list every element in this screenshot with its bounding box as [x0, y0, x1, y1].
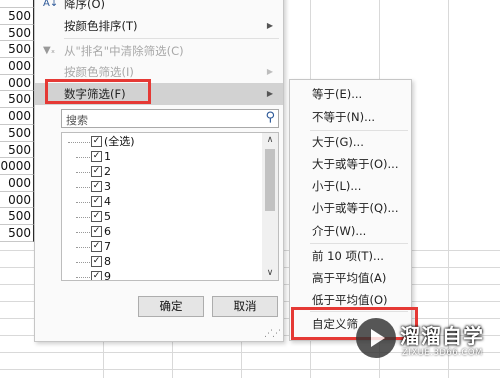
checkbox[interactable]: ✓	[91, 241, 102, 252]
checklist-label: 5	[104, 210, 111, 223]
search-icon[interactable]: ⚲	[265, 110, 275, 125]
menu-item-label: 按颜色排序(T)	[64, 19, 138, 33]
checkbox[interactable]: ✓	[91, 211, 102, 222]
checklist-label: 4	[104, 195, 111, 208]
number-filter-submenu: 等于(E)... 不等于(N)... 大于(G)... 大于或等于(O)... …	[289, 79, 412, 341]
checkbox[interactable]: ✓	[91, 256, 102, 267]
scroll-down-icon[interactable]: ∨	[262, 266, 278, 280]
cell[interactable]: 500	[0, 208, 34, 225]
resize-grip-icon[interactable]: ⋰⋰	[264, 329, 281, 339]
cell[interactable]: 500	[0, 124, 34, 142]
play-icon	[371, 329, 385, 347]
chevron-right-icon: ▶	[266, 89, 273, 98]
checkbox[interactable]: ✓	[91, 166, 102, 177]
cell[interactable]: 500	[0, 24, 34, 42]
checklist-scrollbar[interactable]: ∧ ∨	[262, 133, 278, 280]
scrollbar-thumb[interactable]	[265, 149, 275, 211]
tree-connector	[76, 157, 92, 159]
cell[interactable]: 000	[0, 58, 34, 75]
chevron-right-icon: ▶	[266, 21, 273, 30]
sort-desc-icon: A↓	[43, 0, 59, 9]
cancel-button[interactable]: 取消	[212, 296, 278, 317]
cell[interactable]: 0000	[0, 158, 34, 175]
checkbox[interactable]: ✓	[91, 226, 102, 237]
submenu-item-less-or-equal[interactable]: 小于或等于(Q)...	[312, 198, 399, 218]
highlight-box-number-filters	[45, 79, 151, 104]
submenu-separator	[310, 243, 408, 244]
submenu-item-top-10[interactable]: 前 10 项(T)...	[312, 246, 384, 266]
submenu-item-less-than[interactable]: 小于(L)...	[312, 176, 361, 196]
tree-connector	[76, 187, 92, 189]
ok-button[interactable]: 确定	[138, 296, 204, 317]
submenu-item-not-equals[interactable]: 不等于(N)...	[312, 107, 375, 127]
cell[interactable]: 000	[0, 108, 34, 125]
column-cells: 500 500 500 000 000 500 000 500 500 0000…	[0, 0, 34, 242]
checkbox[interactable]: ✓	[91, 271, 102, 280]
search-input[interactable]: 搜索 ⚲	[61, 109, 279, 128]
tree-connector	[76, 277, 92, 279]
submenu-item-above-average[interactable]: 高于平均值(A)	[312, 268, 386, 288]
checkbox[interactable]: ✓	[91, 136, 102, 147]
checklist-label: (全选)	[104, 135, 135, 148]
cell[interactable]: 000	[0, 191, 34, 209]
submenu-item-equals[interactable]: 等于(E)...	[312, 84, 362, 104]
submenu-item-between[interactable]: 介于(W)...	[312, 221, 366, 241]
tree-connector	[76, 172, 92, 174]
checklist-label: 1	[104, 150, 111, 163]
checklist-label: 7	[104, 240, 111, 253]
menu-item-label: 从"排名"中清除筛选(C)	[64, 44, 184, 58]
autofilter-dropdown: A↓ 降序(O) 按颜色排序(T) ▶ ▼ₓ 从"排名"中清除筛选(C) 按颜色…	[34, 0, 284, 342]
submenu-item-greater-or-equal[interactable]: 大于或等于(O)...	[312, 154, 399, 174]
watermark-logo-icon	[356, 318, 396, 358]
menu-separator	[64, 38, 279, 39]
clear-filter-icon: ▼ₓ	[43, 45, 56, 56]
checklist-label: 6	[104, 225, 111, 238]
tree-connector	[76, 262, 92, 264]
menu-item-label: 降序(O)	[64, 0, 106, 11]
cell[interactable]: 000	[0, 74, 34, 92]
value-checklist: ✓ (全选) ✓1 ✓2 ✓3 ✓4 ✓5 ✓6 ✓7 ✓8 ✓9 ✓10 ∧ …	[61, 132, 279, 281]
checklist-label: 9	[104, 270, 111, 281]
menu-item-sort-by-color[interactable]: 按颜色排序(T) ▶	[35, 15, 283, 37]
tree-connector	[76, 217, 92, 219]
chevron-right-icon: ▶	[266, 67, 273, 76]
search-placeholder: 搜索	[66, 114, 88, 127]
checkbox[interactable]: ✓	[91, 151, 102, 162]
menu-item-sort-descending[interactable]: A↓ 降序(O)	[35, 0, 283, 15]
checkbox[interactable]: ✓	[91, 196, 102, 207]
checklist-label: 3	[104, 180, 111, 193]
checkbox[interactable]: ✓	[91, 181, 102, 192]
watermark-title: 溜溜自学	[400, 324, 484, 348]
menu-item-clear-filter[interactable]: ▼ₓ 从"排名"中清除筛选(C)	[35, 40, 283, 62]
cell[interactable]: 500	[0, 141, 34, 159]
scroll-up-icon[interactable]: ∧	[262, 133, 278, 147]
watermark: 溜溜自学 ZIXUE.3D66.COM	[350, 310, 500, 372]
tree-connector	[68, 142, 92, 144]
cell[interactable]: 500	[0, 224, 34, 242]
cell[interactable]: 000	[0, 174, 34, 192]
checklist-label: 8	[104, 255, 111, 268]
submenu-separator	[310, 130, 408, 131]
checklist-label: 2	[104, 165, 111, 178]
cell[interactable]	[0, 0, 34, 8]
cell[interactable]: 500	[0, 41, 34, 59]
watermark-url: ZIXUE.3D66.COM	[402, 348, 483, 358]
tree-connector	[76, 202, 92, 204]
tree-connector	[76, 232, 92, 234]
cell[interactable]: 500	[0, 8, 34, 25]
cell[interactable]: 500	[0, 91, 34, 109]
tree-connector	[76, 247, 92, 249]
submenu-item-greater-than[interactable]: 大于(G)...	[312, 132, 364, 152]
